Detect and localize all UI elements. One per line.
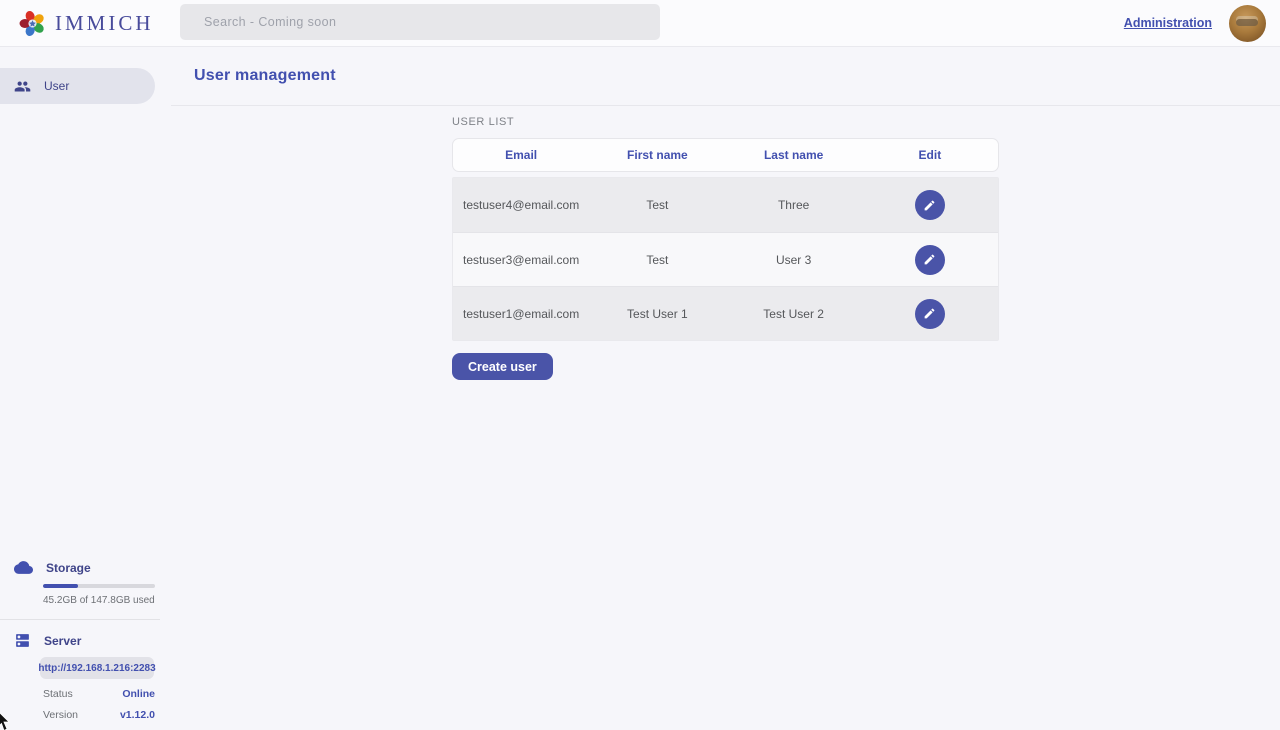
server-title: Server <box>44 634 81 648</box>
sidebar-item-label: User <box>44 79 69 93</box>
sidebar: User Storage 45.2GB of 147.8GB used <box>0 47 171 730</box>
search-input[interactable] <box>180 4 660 40</box>
pencil-icon <box>923 199 936 212</box>
table-header: Email First name Last name Edit <box>452 138 999 172</box>
users-group-icon <box>14 78 31 95</box>
storage-progress-fill <box>43 584 78 588</box>
sidebar-divider <box>0 619 160 620</box>
status-label: Status <box>43 688 73 700</box>
brand-name: IMMICH <box>55 11 154 36</box>
server-header: Server <box>0 632 171 649</box>
main-area: User management USER LIST Email First na… <box>171 47 1280 730</box>
storage-header: Storage <box>0 558 171 577</box>
immich-logo[interactable]: IMMICH <box>0 9 154 38</box>
pencil-icon <box>923 307 936 320</box>
version-value: v1.12.0 <box>120 709 155 721</box>
table-row: testuser3@email.com Test User 3 <box>453 232 998 286</box>
create-user-button[interactable]: Create user <box>452 353 553 380</box>
storage-usage-text: 45.2GB of 147.8GB used <box>43 595 171 606</box>
topbar-right: Administration <box>1124 5 1280 42</box>
mouse-cursor <box>0 711 13 730</box>
storage-progress-bar <box>43 584 155 588</box>
table-row: testuser4@email.com Test Three <box>453 178 998 232</box>
cell-first-name: Test User 1 <box>589 307 725 321</box>
edit-user-button[interactable] <box>915 245 945 275</box>
cell-last-name: Three <box>726 198 862 212</box>
search-bar <box>180 4 660 40</box>
edit-user-button[interactable] <box>915 299 945 329</box>
content: USER LIST Email First name Last name Edi… <box>171 106 1280 380</box>
column-first-name: First name <box>589 148 725 162</box>
status-value: Online <box>122 688 155 700</box>
cell-email: testuser3@email.com <box>453 253 589 267</box>
app-body: User Storage 45.2GB of 147.8GB used <box>0 47 1280 730</box>
top-bar: IMMICH Administration <box>0 0 1280 47</box>
sidebar-footer: Storage 45.2GB of 147.8GB used Server ht… <box>0 558 171 730</box>
edit-user-button[interactable] <box>915 190 945 220</box>
user-table: testuser4@email.com Test Three <box>452 177 999 341</box>
storage-title: Storage <box>46 561 91 575</box>
column-edit: Edit <box>862 148 998 162</box>
cell-first-name: Test <box>589 253 725 267</box>
page-title: User management <box>194 67 336 85</box>
page-header: User management <box>171 47 1280 106</box>
cell-last-name: User 3 <box>726 253 862 267</box>
cell-last-name: Test User 2 <box>726 307 862 321</box>
server-url: http://192.168.1.216:2283 <box>38 663 155 674</box>
column-email: Email <box>453 148 589 162</box>
user-list-label: USER LIST <box>452 116 999 128</box>
sidebar-item-user[interactable]: User <box>0 68 155 104</box>
cell-email: testuser4@email.com <box>453 198 589 212</box>
pencil-icon <box>923 253 936 266</box>
server-url-badge: http://192.168.1.216:2283 <box>40 657 154 679</box>
cell-first-name: Test <box>589 198 725 212</box>
administration-link[interactable]: Administration <box>1124 16 1212 30</box>
immich-flower-icon <box>18 9 47 38</box>
cloud-icon <box>14 558 33 577</box>
server-status-row: Status Online <box>43 688 155 700</box>
server-version-row: Version v1.12.0 <box>43 709 155 721</box>
server-icon <box>14 632 31 649</box>
cell-email: testuser1@email.com <box>453 307 589 321</box>
version-label: Version <box>43 709 78 721</box>
column-last-name: Last name <box>726 148 862 162</box>
table-row: testuser1@email.com Test User 1 Test Use… <box>453 286 998 340</box>
user-avatar[interactable] <box>1229 5 1266 42</box>
